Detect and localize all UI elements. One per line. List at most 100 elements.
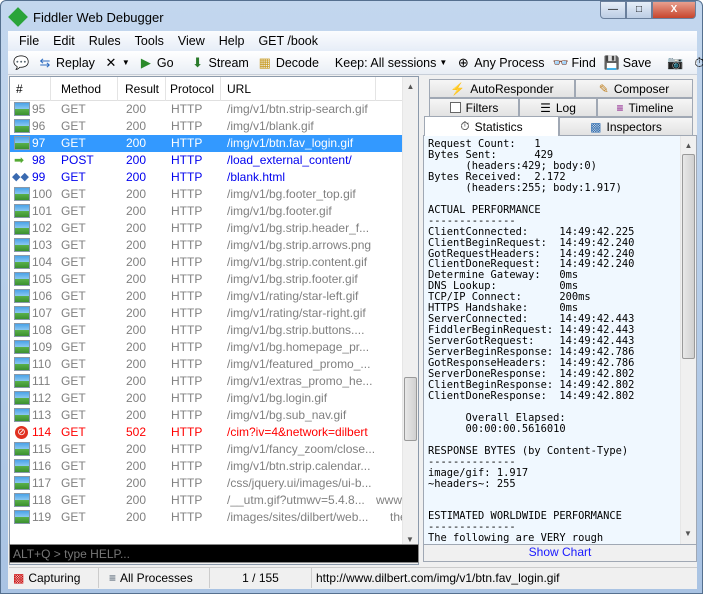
session-row[interactable]: 116 GET 200 HTTP/img/v1/btn.strip.calendar.… <box>10 458 403 475</box>
session-result: 200 <box>126 306 147 320</box>
session-row[interactable]: 115 GET 200 HTTP/img/v1/fancy_zoom/close... <box>10 441 403 458</box>
session-row[interactable]: 106 GET 200 HTTP/img/v1/rating/star-left.gi… <box>10 288 403 305</box>
session-row[interactable]: 119 GET 200 HTTP/images/sites/dilbert/web..… <box>10 509 407 526</box>
tab-timeline[interactable]: ≡ Timeline <box>597 98 693 117</box>
process-filter-label: All Processes <box>120 570 193 585</box>
session-result: 200 <box>126 102 147 116</box>
session-id: 98 <box>32 153 46 167</box>
decode-button[interactable]: ▦ Decode <box>254 55 322 71</box>
session-row[interactable]: 110 GET 200 HTTP/img/v1/featured_promo_... <box>10 356 403 373</box>
session-row[interactable]: 95 GET 200 HTTP/img/v1/btn.strip-search.gif <box>10 101 403 118</box>
save-button[interactable]: 💾 Save <box>601 55 655 71</box>
session-row[interactable]: ➡ 98 POST 200 HTTP/load_external_content/ <box>10 152 403 169</box>
col-header-url[interactable]: URL <box>227 82 251 96</box>
session-row[interactable]: 101 GET 200 HTTP/img/v1/bg.footer.gif <box>10 203 403 220</box>
scroll-down-arrow-icon[interactable]: ▼ <box>403 535 417 544</box>
scroll-thumb[interactable] <box>682 154 695 359</box>
comment-button[interactable]: 💬 <box>10 55 32 71</box>
stream-button[interactable]: ⬇ Stream <box>187 55 252 71</box>
find-button[interactable]: 👓 Find <box>549 55 598 71</box>
session-row[interactable]: 103 GET 200 HTTP/img/v1/bg.strip.arrows.png <box>10 237 403 254</box>
keep-sessions-dropdown[interactable]: Keep: All sessions ▼ <box>332 56 450 70</box>
image-icon <box>14 238 30 252</box>
remove-button[interactable]: ✕ ▼ <box>100 55 133 71</box>
image-icon <box>14 357 30 371</box>
session-row[interactable]: 97 GET 200 HTTP/img/v1/btn.fav_login.gif <box>10 135 403 152</box>
session-protocol: HTTP <box>171 306 203 320</box>
col-header-protocol[interactable]: Protocol <box>170 82 214 96</box>
col-header-result[interactable]: Result <box>125 82 159 96</box>
tab-label: Inspectors <box>606 119 662 134</box>
timeline-icon: ≡ <box>616 100 624 115</box>
session-protocol: HTTP <box>171 357 203 371</box>
image-icon <box>14 510 30 524</box>
tab-autoresponder[interactable]: ⚡ AutoResponder <box>429 79 575 98</box>
show-chart-link[interactable]: Show Chart <box>423 545 697 562</box>
image-icon <box>14 459 30 473</box>
scroll-down-arrow-icon[interactable]: ▼ <box>681 529 695 538</box>
session-id: 100 <box>32 187 53 201</box>
session-list[interactable]: # Method Result Protocol URL 95 GET 200 HTT… <box>9 76 419 565</box>
process-filter[interactable]: ≡ All Processes <box>99 567 210 588</box>
image-icon <box>14 102 30 116</box>
capturing-toggle[interactable]: ▩ Capturing <box>9 567 99 588</box>
replay-button[interactable]: ⇆ Replay <box>34 55 98 71</box>
scroll-up-arrow-icon[interactable]: ▲ <box>681 141 696 150</box>
session-row[interactable]: 104 GET 200 HTTP/img/v1/bg.strip.content.gi… <box>10 254 403 271</box>
session-result: 200 <box>126 493 147 507</box>
menu-view[interactable]: View <box>171 34 212 48</box>
tab-log[interactable]: ☰ Log <box>519 98 597 117</box>
close-button[interactable]: X <box>652 1 696 19</box>
session-row[interactable]: 112 GET 200 HTTP/img/v1/bg.login.gif <box>10 390 403 407</box>
col-header-number[interactable]: # <box>16 82 23 96</box>
tab-filters[interactable]: Filters <box>429 98 519 117</box>
session-row[interactable]: 100 GET 200 HTTP/img/v1/bg.footer_top.gif <box>10 186 403 203</box>
session-row[interactable]: 108 GET 200 HTTP/img/v1/bg.strip.buttons...… <box>10 322 403 339</box>
quickexec-input[interactable]: ALT+Q > type HELP... <box>9 544 419 563</box>
tab-inspectors[interactable]: ▩ Inspectors <box>559 117 693 136</box>
session-row[interactable]: ◆◆ 99 GET 200 HTTP/blank.html <box>10 169 403 186</box>
menu-help[interactable]: Help <box>212 34 252 48</box>
capturing-label: Capturing <box>28 570 81 585</box>
session-protocol: HTTP <box>171 238 203 252</box>
session-row[interactable]: 111 GET 200 HTTP/img/v1/extras_promo_he... <box>10 373 403 390</box>
session-row[interactable]: ⊘ 114 GET 502 HTTP/cim?iv=4&network=dilbert <box>10 424 403 441</box>
menu-rules[interactable]: Rules <box>82 34 128 48</box>
menu-tools[interactable]: Tools <box>128 34 171 48</box>
dropdown-arrow-icon: ▼ <box>439 58 448 67</box>
session-row[interactable]: 105 GET 200 HTTP/img/v1/bg.strip.footer.gif <box>10 271 403 288</box>
menu-file[interactable]: File <box>12 34 46 48</box>
session-result: 200 <box>126 340 147 354</box>
stream-label: Stream <box>208 55 249 70</box>
any-process-button[interactable]: ⊕ Any Process <box>452 55 547 71</box>
session-result: 200 <box>126 459 147 473</box>
maximize-button[interactable]: □ <box>626 1 652 19</box>
session-result: 200 <box>126 391 147 405</box>
post-arrow-icon: ➡ <box>14 153 25 167</box>
image-icon <box>14 119 30 133</box>
session-row[interactable]: 117 GET 200 HTTP/css/jquery.ui/images/ui-b.… <box>10 475 403 492</box>
session-row[interactable]: 109 GET 200 HTTP/img/v1/bg.homepage_pr... <box>10 339 403 356</box>
session-row[interactable]: 107 GET 200 HTTP/img/v1/rating/star-right.g… <box>10 305 403 322</box>
tab-label: Timeline <box>628 100 674 115</box>
session-method: GET <box>61 340 86 354</box>
session-row[interactable]: 102 GET 200 HTTP/img/v1/bg.strip.header_f..… <box>10 220 403 237</box>
session-url: /img/v1/extras_promo_he... <box>227 374 373 388</box>
scroll-up-arrow-icon[interactable]: ▲ <box>403 82 418 91</box>
session-row[interactable]: 113 GET 200 HTTP/img/v1/bg.sub_nav.gif <box>10 407 403 424</box>
vertical-scrollbar[interactable]: ▲ ▼ <box>402 77 418 564</box>
stats-scrollbar[interactable]: ▲ ▼ <box>680 136 696 544</box>
col-header-method[interactable]: Method <box>61 82 101 96</box>
session-row[interactable]: 96 GET 200 HTTP/img/v1/blank.gif <box>10 118 403 135</box>
timer-button[interactable]: ⏱ <box>688 55 703 71</box>
tab-composer[interactable]: ✎ Composer <box>575 79 693 98</box>
tab-statistics[interactable]: ⏱ Statistics <box>424 116 559 136</box>
go-button[interactable]: ▶ Go <box>135 55 177 71</box>
screenshot-button[interactable]: 📷 <box>664 55 686 71</box>
minimize-button[interactable]: — <box>600 1 626 19</box>
menu-get-book[interactable]: GET /book <box>251 34 325 48</box>
scroll-thumb[interactable] <box>404 377 417 441</box>
menu-edit[interactable]: Edit <box>46 34 82 48</box>
image-icon <box>14 374 30 388</box>
session-row[interactable]: 118 GET 200 HTTP /__utm.gif?utmwv=5.4.8... ww… <box>10 492 405 509</box>
